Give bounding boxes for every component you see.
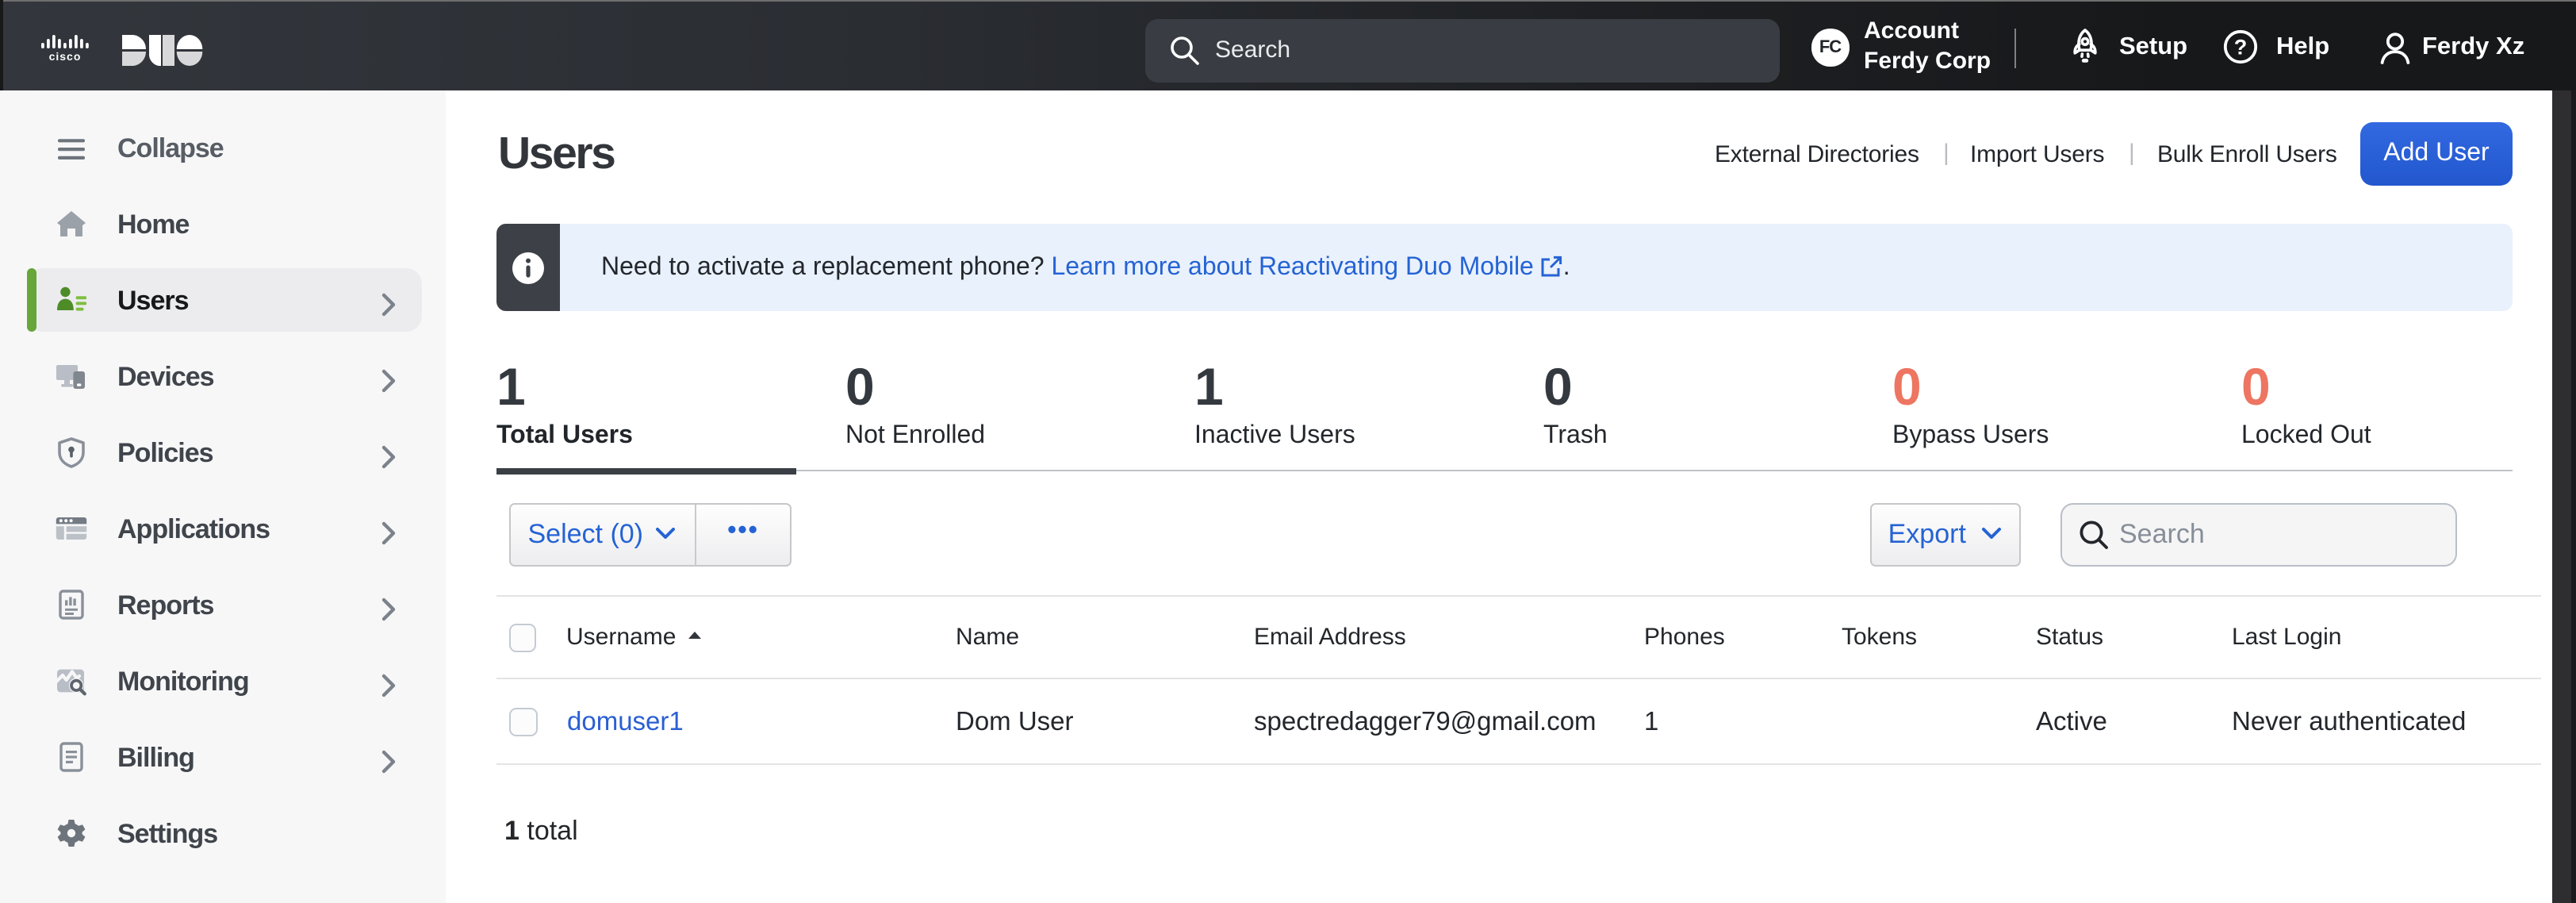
svg-text:?: ?: [2234, 35, 2248, 59]
svg-text:cisco: cisco: [49, 49, 82, 61]
